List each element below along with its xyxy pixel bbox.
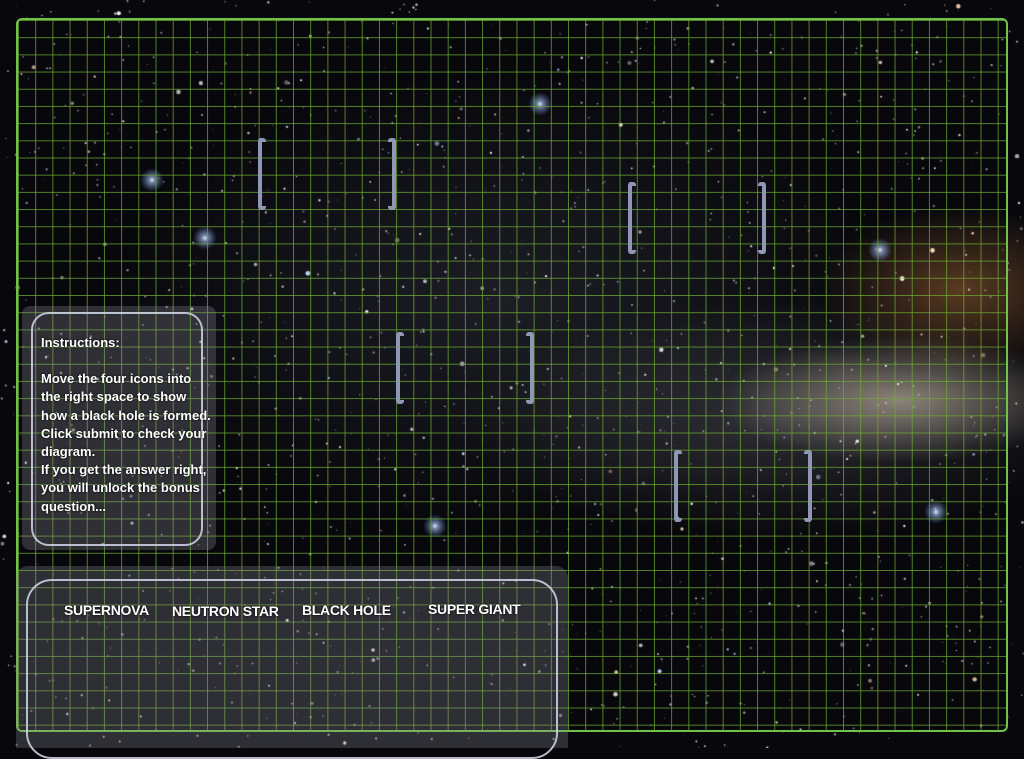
drop-slot-2[interactable]: [628, 182, 766, 260]
drop-slot-3[interactable]: [396, 332, 534, 410]
icon-supernova[interactable]: SUPERNOVA: [64, 602, 149, 618]
slot-bracket-right: [758, 182, 766, 254]
slot-bracket-left: [396, 332, 404, 404]
icon-neutron-star[interactable]: NEUTRON STAR: [172, 603, 279, 619]
drop-slot-4[interactable]: [674, 450, 812, 528]
slot-bracket-left: [628, 182, 636, 254]
icon-black-hole[interactable]: BLACK HOLE: [302, 602, 391, 618]
drop-slot-1[interactable]: [258, 138, 396, 216]
icon-super-giant[interactable]: SUPER GIANT: [428, 601, 521, 617]
slot-bracket-right: [526, 332, 534, 404]
slot-bracket-right: [388, 138, 396, 210]
instructions-title: Instructions:: [41, 335, 120, 350]
slot-bracket-left: [674, 450, 682, 522]
slot-bracket-right: [804, 450, 812, 522]
slot-bracket-left: [258, 138, 266, 210]
instructions-text: Instructions: Move the four icons into t…: [41, 334, 211, 516]
instructions-extra: If you get the answer right, you will un…: [41, 462, 207, 514]
instructions-body: Move the four icons into the right space…: [41, 371, 211, 460]
